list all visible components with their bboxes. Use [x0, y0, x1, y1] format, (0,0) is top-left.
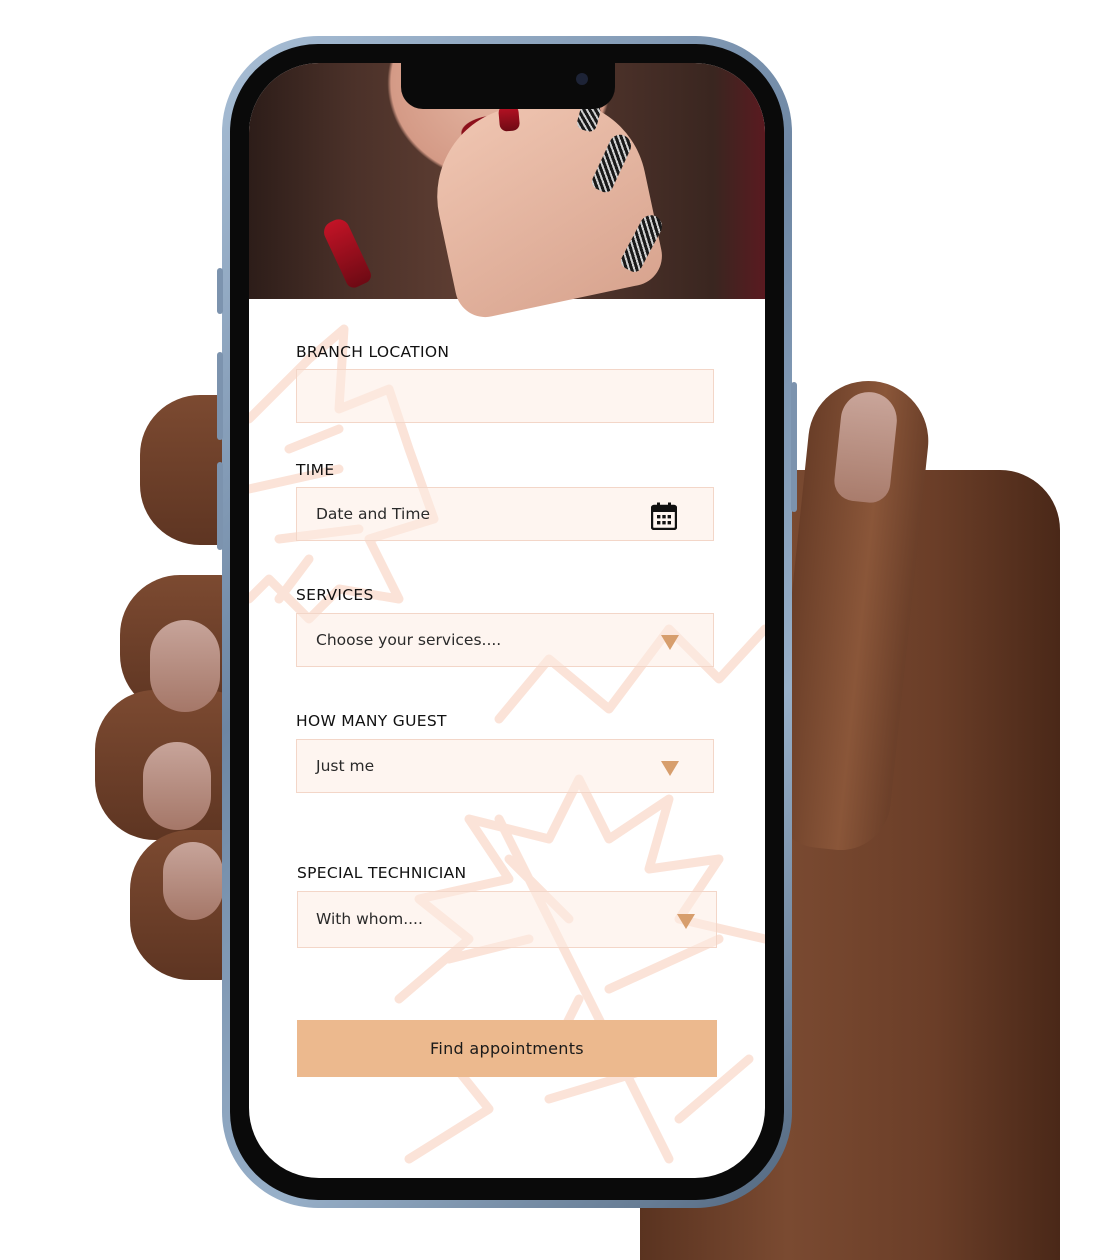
calendar-icon[interactable] [651, 502, 677, 530]
services-placeholder: Choose your services.... [316, 631, 502, 649]
guest-count-select[interactable]: Just me [296, 739, 714, 793]
finger-nail [143, 742, 211, 830]
phone-volume-down-button [217, 462, 223, 550]
special-technician-label: SPECIAL TECHNICIAN [297, 864, 467, 882]
caret-down-icon [661, 635, 679, 650]
finger-nail [150, 620, 220, 712]
hero-hand [420, 83, 668, 323]
phone-notch [401, 63, 615, 109]
red-nail [320, 215, 374, 291]
phone-mute-switch [217, 268, 223, 314]
time-label: TIME [296, 461, 335, 479]
date-time-input[interactable]: Date and Time [296, 487, 714, 541]
phone-power-button [791, 382, 797, 512]
special-technician-select[interactable]: With whom.... [297, 891, 717, 948]
branch-location-label: BRANCH LOCATION [296, 343, 450, 361]
services-label: SERVICES [296, 586, 374, 604]
special-technician-placeholder: With whom.... [316, 910, 423, 928]
caret-down-icon [661, 761, 679, 776]
phone-screen: BRANCH LOCATION TIME Date and Time SERVI… [249, 63, 765, 1178]
front-camera [576, 73, 588, 85]
branch-location-input[interactable] [296, 369, 714, 423]
guest-count-label: HOW MANY GUEST [296, 712, 447, 730]
date-time-placeholder: Date and Time [316, 505, 430, 523]
caret-down-icon [677, 914, 695, 929]
finger-nail [163, 842, 223, 920]
phone-volume-up-button [217, 352, 223, 440]
find-appointments-button[interactable]: Find appointments [297, 1020, 717, 1077]
guest-count-value: Just me [316, 757, 375, 775]
services-select[interactable]: Choose your services.... [296, 613, 714, 667]
